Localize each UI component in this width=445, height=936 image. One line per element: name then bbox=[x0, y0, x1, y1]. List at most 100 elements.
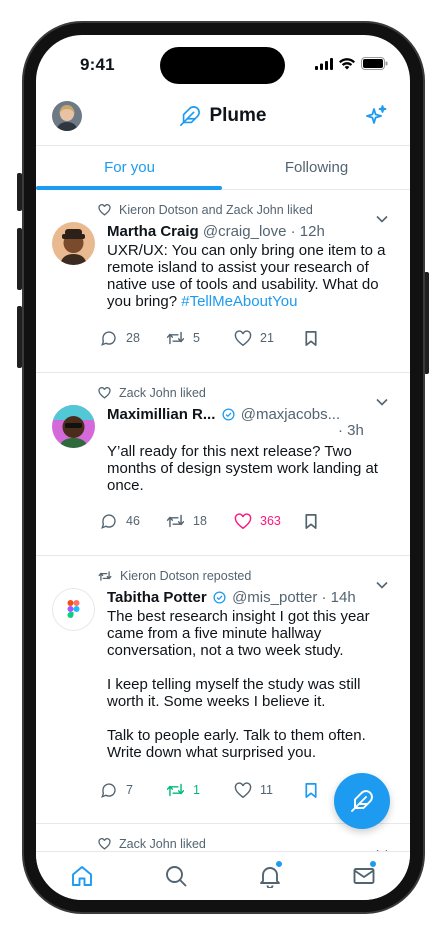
post-text: Y’all ready for this next release? Two m… bbox=[107, 443, 397, 494]
post-time: · 12h bbox=[290, 223, 325, 240]
heart-icon bbox=[98, 387, 111, 399]
like-button[interactable]: 21 bbox=[234, 329, 304, 347]
chevron-down-icon bbox=[376, 398, 388, 406]
post-text: UXR/UX: You can only bring one item to a… bbox=[107, 242, 397, 310]
post-paragraph: I keep telling myself the study was stil… bbox=[107, 676, 361, 710]
post-time: · 14h bbox=[321, 589, 356, 606]
repost-button[interactable]: 5 bbox=[166, 330, 234, 346]
figma-logo-icon bbox=[67, 600, 80, 618]
like-count: 11 bbox=[260, 783, 273, 797]
message-badge bbox=[369, 860, 377, 868]
bookmark-button[interactable] bbox=[304, 330, 318, 347]
feather-icon bbox=[180, 106, 201, 126]
post-actions: 28 5 21 bbox=[100, 329, 318, 347]
post-avatar[interactable] bbox=[52, 222, 95, 265]
repost-icon bbox=[166, 331, 185, 345]
bottom-nav bbox=[36, 851, 410, 900]
chevron-down-icon bbox=[376, 581, 388, 589]
post-author-name[interactable]: Maximillian R... bbox=[107, 406, 215, 423]
like-button[interactable]: 11 bbox=[234, 781, 304, 799]
post-avatar[interactable] bbox=[52, 588, 95, 631]
status-time: 9:41 bbox=[80, 55, 115, 74]
post-hashtag[interactable]: #TellMeAboutYou bbox=[181, 293, 297, 310]
sparkle-button[interactable] bbox=[364, 104, 388, 133]
bookmark-icon bbox=[305, 513, 317, 529]
post-header: Tabitha Potter @mis_potter · 14h bbox=[107, 589, 397, 606]
tab-for-you-label: For you bbox=[104, 159, 155, 176]
nav-messages[interactable] bbox=[350, 860, 378, 890]
nav-home[interactable] bbox=[68, 862, 96, 890]
post-time: · 3h bbox=[338, 422, 364, 439]
post-actions: 46 18 363 bbox=[100, 512, 318, 530]
post-paragraph: Talk to people early. Talk to them often… bbox=[107, 727, 366, 761]
tab-following-label: Following bbox=[284, 159, 349, 176]
heart-icon bbox=[234, 781, 252, 798]
brand-name: Plume bbox=[209, 105, 267, 126]
tab-for-you[interactable]: For you bbox=[36, 146, 223, 190]
bookmark-icon bbox=[305, 330, 317, 346]
status-bar: 9:41 bbox=[36, 35, 410, 91]
verified-icon bbox=[222, 408, 235, 421]
post-context-text: Zack John liked bbox=[119, 386, 206, 400]
post-author-name[interactable]: Tabitha Potter bbox=[107, 589, 207, 606]
notification-badge bbox=[275, 860, 283, 868]
heart-icon bbox=[98, 838, 111, 850]
post-time-wrap: · 3h bbox=[338, 422, 364, 439]
post-context: Kieron Dotson reposted bbox=[98, 569, 251, 583]
bookmark-icon bbox=[305, 782, 317, 798]
like-count: 363 bbox=[260, 514, 281, 528]
heart-icon bbox=[98, 204, 111, 216]
post-context: Zack John liked bbox=[98, 837, 206, 851]
post-paragraph: The best research insight I got this yea… bbox=[107, 608, 370, 659]
nav-notifications[interactable] bbox=[256, 860, 284, 890]
post-avatar[interactable] bbox=[52, 405, 95, 448]
repost-button[interactable]: 1 bbox=[166, 782, 234, 798]
repost-count: 1 bbox=[193, 783, 200, 797]
compose-button[interactable] bbox=[334, 773, 390, 829]
like-count: 21 bbox=[260, 331, 274, 345]
reply-button[interactable]: 28 bbox=[100, 329, 166, 347]
post-author-name[interactable]: Martha Craig bbox=[107, 223, 199, 240]
repost-icon bbox=[166, 783, 185, 797]
reply-count: 28 bbox=[126, 331, 140, 345]
nav-search[interactable] bbox=[162, 862, 190, 890]
post-author-handle: @maxjacobs... bbox=[240, 406, 341, 423]
post-context: Kieron Dotson and Zack John liked bbox=[98, 203, 313, 217]
post-card[interactable]: Zack John liked bbox=[36, 824, 410, 852]
app-header: Plume bbox=[36, 99, 410, 143]
feed-tabs: For you Following bbox=[36, 145, 410, 190]
status-icons bbox=[315, 57, 388, 70]
reply-button[interactable]: 7 bbox=[100, 781, 166, 799]
bookmark-button[interactable] bbox=[304, 513, 318, 530]
repost-button[interactable]: 18 bbox=[166, 513, 234, 529]
home-icon bbox=[72, 866, 92, 886]
post-header: Maximillian R... @maxjacobs... bbox=[107, 406, 397, 423]
post-body: Y’all ready for this next release? Two m… bbox=[107, 443, 378, 494]
repost-count: 5 bbox=[193, 331, 200, 345]
tab-following[interactable]: Following bbox=[223, 146, 410, 189]
chevron-down-icon bbox=[376, 215, 388, 223]
reply-icon bbox=[101, 783, 116, 798]
post-context: Zack John liked bbox=[98, 386, 206, 400]
wifi-icon bbox=[339, 57, 355, 69]
reply-count: 46 bbox=[126, 514, 140, 528]
timeline-feed[interactable]: Kieron Dotson and Zack John liked Martha… bbox=[36, 190, 410, 852]
heart-icon bbox=[234, 329, 252, 346]
feather-icon bbox=[351, 790, 373, 812]
like-button[interactable]: 363 bbox=[234, 512, 304, 530]
bookmark-button[interactable] bbox=[304, 782, 318, 799]
reply-button[interactable]: 46 bbox=[100, 512, 166, 530]
post-text: The best research insight I got this yea… bbox=[107, 608, 397, 761]
reply-count: 7 bbox=[126, 783, 133, 797]
phone-screen: 9:41 Plume For you Following Kieron Dots… bbox=[36, 35, 410, 900]
sparkle-icon bbox=[366, 105, 387, 124]
post-header: Martha Craig @craig_love · 12h bbox=[107, 223, 397, 240]
post-author-handle: @craig_love bbox=[202, 223, 287, 240]
signal-icon bbox=[315, 57, 333, 70]
post-context-text: Kieron Dotson reposted bbox=[120, 569, 252, 583]
post-card[interactable]: Kieron Dotson and Zack John liked Martha… bbox=[36, 190, 410, 373]
battery-icon bbox=[361, 57, 388, 70]
post-card[interactable]: Zack John liked Maximillian R... @maxjac… bbox=[36, 373, 410, 556]
verified-icon bbox=[213, 591, 226, 604]
reply-icon bbox=[101, 331, 116, 346]
